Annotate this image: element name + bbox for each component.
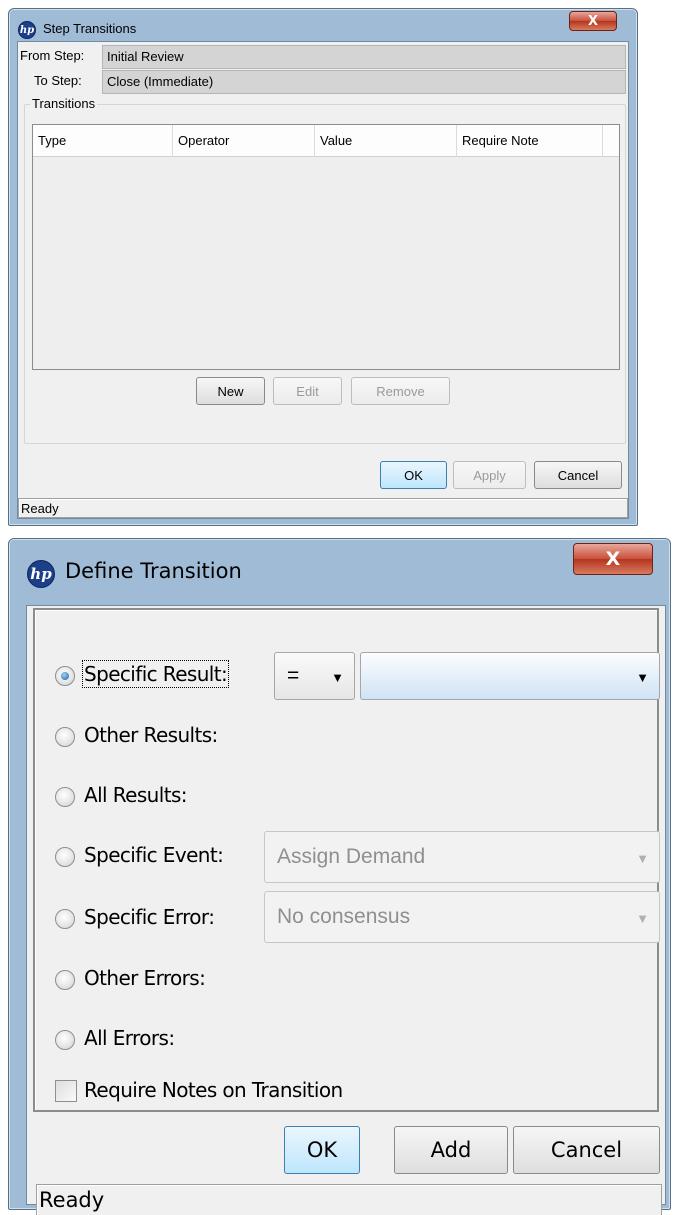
specific-result-radio[interactable] (55, 666, 75, 686)
all-results-radio[interactable] (55, 787, 75, 807)
step-transitions-window: hp Step Transitions X From Step: Initial… (8, 8, 638, 526)
specific-result-label[interactable]: Specific Result: (81, 660, 230, 688)
from-step-field: Initial Review (102, 45, 626, 69)
table-header: Type Operator Value Require Note (33, 125, 619, 157)
chevron-down-icon: ▼ (636, 911, 649, 926)
specific-event-label[interactable]: Specific Event: (84, 843, 224, 867)
chevron-down-icon: ▼ (636, 670, 649, 685)
ok-button[interactable]: OK (284, 1126, 360, 1174)
cancel-button[interactable]: Cancel (513, 1126, 660, 1174)
other-results-radio[interactable] (55, 727, 75, 747)
other-results-label[interactable]: Other Results: (84, 723, 218, 747)
operator-select[interactable]: = ▼ (274, 652, 355, 700)
column-require-note[interactable]: Require Note (457, 125, 603, 157)
close-button[interactable]: X (573, 543, 653, 575)
cancel-button[interactable]: Cancel (534, 461, 622, 489)
result-select[interactable]: ▼ (360, 652, 660, 700)
other-errors-label[interactable]: Other Errors: (84, 966, 206, 990)
remove-button[interactable]: Remove (351, 377, 450, 405)
new-button[interactable]: New (196, 377, 265, 405)
all-results-label[interactable]: All Results: (84, 783, 188, 807)
chevron-down-icon: ▼ (331, 670, 344, 685)
window-title: Step Transitions (43, 21, 137, 36)
require-notes-label[interactable]: Require Notes on Transition (84, 1078, 343, 1102)
column-value[interactable]: Value (315, 125, 457, 157)
close-button[interactable]: X (569, 11, 617, 31)
event-value: Assign Demand (277, 845, 426, 868)
status-bar: Ready (36, 1184, 662, 1215)
error-value: No consensus (277, 905, 411, 928)
specific-error-label[interactable]: Specific Error: (84, 905, 215, 929)
edit-button[interactable]: Edit (273, 377, 342, 405)
operator-value: = (287, 664, 300, 687)
all-errors-label[interactable]: All Errors: (84, 1026, 175, 1050)
ok-button[interactable]: OK (380, 461, 447, 489)
from-step-label: From Step: (20, 48, 85, 63)
to-step-field: Close (Immediate) (102, 70, 626, 94)
transitions-table[interactable]: Type Operator Value Require Note (32, 124, 620, 370)
apply-button[interactable]: Apply (453, 461, 526, 489)
window-title: Define Transition (65, 559, 242, 583)
column-operator[interactable]: Operator (173, 125, 315, 157)
status-bar: Ready (18, 498, 628, 518)
dialog-body: Specific Result: = ▼ ▼ Other Results: Al… (26, 605, 666, 1215)
dialog-body: From Step: Initial Review To Step: Close… (17, 41, 629, 519)
hp-logo-icon: hp (27, 560, 55, 588)
to-step-label: To Step: (34, 73, 82, 88)
hp-logo-icon: hp (18, 21, 36, 39)
chevron-down-icon: ▼ (636, 851, 649, 866)
define-transition-window: hp Define Transition X Specific Result: … (8, 538, 671, 1215)
error-select[interactable]: No consensus ▼ (264, 891, 660, 943)
specific-error-radio[interactable] (55, 909, 75, 929)
column-type[interactable]: Type (33, 125, 173, 157)
all-errors-radio[interactable] (55, 1030, 75, 1050)
add-button[interactable]: Add (394, 1126, 508, 1174)
event-select[interactable]: Assign Demand ▼ (264, 831, 660, 883)
require-notes-checkbox[interactable] (55, 1080, 77, 1102)
other-errors-radio[interactable] (55, 970, 75, 990)
transitions-group-title: Transitions (30, 96, 98, 111)
specific-event-radio[interactable] (55, 847, 75, 867)
